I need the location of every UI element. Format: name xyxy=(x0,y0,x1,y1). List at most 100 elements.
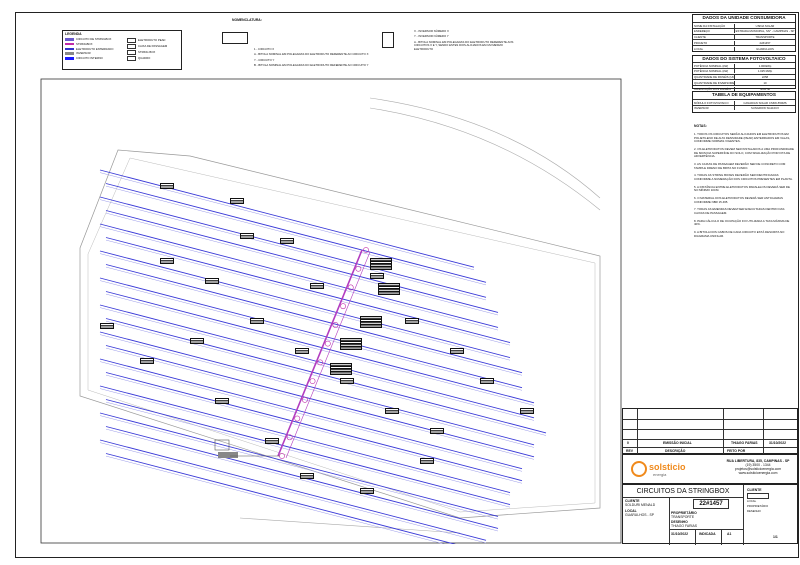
panel-row xyxy=(105,318,547,434)
site-plan-drawing xyxy=(40,78,622,544)
string-label xyxy=(385,408,399,414)
string-label-line xyxy=(301,476,313,478)
stringbox-label-line xyxy=(341,342,361,343)
panel-row-edge xyxy=(105,374,523,484)
consumer-unit-table: DADOS DA UNIDADE CONSUMIDORA NOME DA INS… xyxy=(692,14,796,52)
junction-box xyxy=(324,340,331,347)
panel-row xyxy=(105,237,511,343)
legend-swatch xyxy=(65,52,74,56)
panel-row-edge xyxy=(99,307,535,421)
legend-swatch xyxy=(65,42,74,46)
panel-row-edge xyxy=(99,442,487,544)
string-label-line xyxy=(431,429,443,431)
string-label xyxy=(250,318,264,324)
legend-label: CIRCUITO DE STRINGBOX xyxy=(76,37,112,42)
string-label xyxy=(230,198,244,204)
stringbox-label-line xyxy=(361,317,381,319)
string-label-line xyxy=(301,474,313,476)
tb-owner: TRANSPORTE xyxy=(671,515,695,519)
string-label-line xyxy=(296,349,308,351)
panel-row-edge xyxy=(105,239,511,346)
nomenclature-line: A - BITOLA NOMINAL EM POLEGADAS DO ELETR… xyxy=(414,39,514,51)
legend-label: STRING BOX xyxy=(138,50,156,54)
string-label xyxy=(340,378,354,384)
string-label-line xyxy=(161,184,173,186)
stringbox-label-line xyxy=(331,364,351,366)
by-col-header: FEITO POR xyxy=(727,449,746,453)
stringbox-label-line xyxy=(331,369,351,371)
row-value: SUNGROW SG110CX xyxy=(750,106,780,111)
string-label-line xyxy=(241,234,253,236)
string-label-line xyxy=(251,321,263,323)
string-label-line xyxy=(266,441,278,443)
pv-system-table: DADOS DO SISTEMA FOTOVOLTAICO POTÊNCIA N… xyxy=(692,55,796,91)
revision-table: 0 EMISSÃO INICIAL THIAGO FARIAS 31/10/20… xyxy=(622,408,798,455)
note-item: 5. A DISTÂNCIA ENTRE ELETRODUTOS PARALEL… xyxy=(694,184,790,193)
string-label-line xyxy=(101,326,113,328)
string-label-line xyxy=(281,241,293,243)
string-label xyxy=(420,458,434,464)
string-label-line xyxy=(421,459,433,461)
string-label xyxy=(300,473,314,479)
string-label xyxy=(140,358,154,364)
panel-row xyxy=(105,399,511,505)
string-label-line xyxy=(216,401,228,403)
string-label-line xyxy=(406,321,418,323)
legend-label: INVERSOR xyxy=(76,51,91,56)
string-label-line xyxy=(361,489,373,491)
legend-swatch xyxy=(127,38,136,43)
tb-drawn-label-r: DESENHO xyxy=(747,509,761,513)
panel-row xyxy=(99,277,523,389)
string-label-line xyxy=(141,361,153,363)
string-label-line xyxy=(191,341,203,343)
notes-block: NOTAS: 1. TODOS OS CIRCUITOS SERÃO ALOJA… xyxy=(694,124,794,304)
rev-col-header: REV xyxy=(626,449,633,453)
panel-row-edge xyxy=(99,253,511,361)
company-block: solsticio energia RUA LIBERTURA, 835, CA… xyxy=(622,454,798,484)
string-label-line xyxy=(421,461,433,463)
string-label xyxy=(295,348,309,354)
string-label-line xyxy=(386,411,398,413)
stringbox-label-line xyxy=(379,289,399,291)
string-label xyxy=(205,278,219,284)
company-sub: energia xyxy=(653,472,667,477)
note-item: 8. PARA CÁLCULO DE OCUPAÇÃO FOI UTILIZAD… xyxy=(694,218,790,227)
panel-row xyxy=(99,223,499,328)
equipment-table: TABELA DE EQUIPAMENTOS MÓDULO FOTOVOLTAI… xyxy=(692,91,796,113)
notes-title: NOTAS: xyxy=(694,124,707,128)
note-item: 4. TODAS AS STRING BOXES DEVERÃO SER IDE… xyxy=(694,173,793,181)
string-label-line xyxy=(431,431,443,433)
nomenclature-block-right: X - INVERSOR NÚMERO XY - INVERSOR NÚMERO… xyxy=(378,18,513,78)
stringbox-label-line xyxy=(361,322,381,324)
string-label-line xyxy=(406,319,418,321)
tb-client-label-r: CLIENTE xyxy=(747,488,762,492)
nomenclature-line: B - BITOLA NOMINAL EM POLEGADAS DO ELETR… xyxy=(254,63,369,68)
panel-row xyxy=(99,196,487,298)
stringbox-label-line xyxy=(331,367,351,368)
legend-label: ELETRODUTO PEAD xyxy=(138,38,166,43)
string-label-line xyxy=(191,339,203,341)
legend-title: LEGENDA xyxy=(65,32,82,36)
legend-item: CIRCUITO INTERNO xyxy=(65,57,125,60)
string-label xyxy=(215,398,229,404)
panel-row-edge xyxy=(99,334,535,448)
string-label-line xyxy=(521,409,533,411)
tb-sheet: A1 xyxy=(727,532,732,536)
nomenclature-title: NOMENCLATURA: xyxy=(232,18,262,22)
panel-row xyxy=(99,169,475,268)
rev-date: 31/10/2022 xyxy=(769,441,786,445)
string-label-line xyxy=(281,239,293,241)
transformer xyxy=(218,452,238,458)
string-label-line xyxy=(241,236,253,238)
rev-number: 0 xyxy=(627,441,629,445)
string-label-line xyxy=(161,186,173,188)
row-label: INVERSOR xyxy=(693,106,735,111)
legend-label: CAIXA DE PASSAGEM xyxy=(138,44,168,49)
string-label-line xyxy=(161,259,173,261)
tb-location-label-r: LOCAL xyxy=(747,499,757,503)
legend-swatch xyxy=(127,55,136,61)
string-label-line xyxy=(341,379,353,381)
legend-label: STRINGBOX xyxy=(76,41,93,46)
stringbox-label-line xyxy=(341,339,361,341)
stringbox-label-line xyxy=(341,344,361,346)
